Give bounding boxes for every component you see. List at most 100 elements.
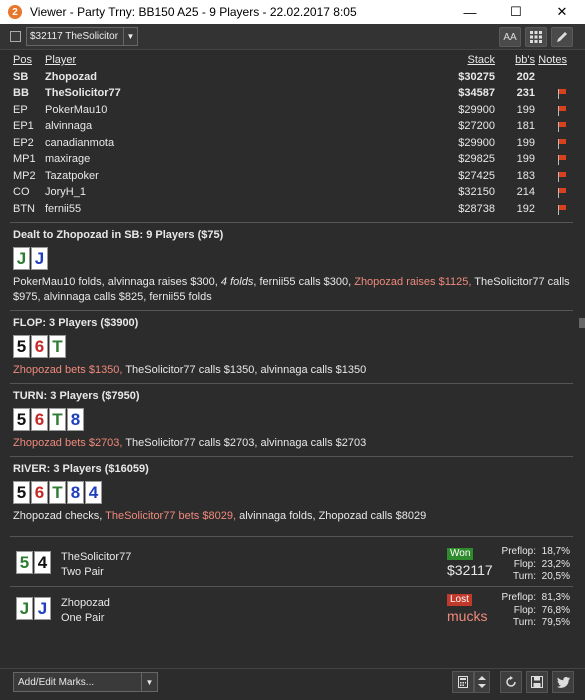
player-stack: $27200 — [458, 120, 495, 132]
showdown-row: JJ Zhopozad One Pair Lost mucks Preflop:… — [10, 589, 573, 630]
player-name: canadianmota — [45, 136, 115, 149]
player-row[interactable]: EP2 canadianmota $29900 199 — [10, 135, 573, 152]
player-pos: BTN — [13, 202, 35, 215]
river-section: RIVER: 3 Players ($16059) 56T84 Zhopozad… — [10, 463, 573, 524]
player-row[interactable]: MP2 Tazatpoker $27425 183 — [10, 168, 573, 185]
sort-icon[interactable] — [474, 671, 490, 693]
player-stack: $29825 — [458, 153, 495, 165]
player-pos: EP — [13, 103, 28, 116]
flag-icon[interactable] — [558, 118, 567, 135]
hole-cards: JJ — [13, 247, 573, 270]
pencil-icon[interactable] — [551, 27, 573, 47]
playing-card: 4 — [85, 481, 102, 504]
player-row[interactable]: CO JoryH_1 $32150 214 — [10, 184, 573, 201]
chevron-down-icon[interactable]: ▼ — [123, 28, 137, 45]
header-player[interactable]: Player — [45, 52, 76, 69]
calculator-icon[interactable] — [452, 671, 474, 693]
player-row[interactable]: EP1 alvinnaga $27200 181 — [10, 118, 573, 135]
lost-badge: Lost — [447, 594, 472, 606]
playing-card: 5 — [13, 408, 30, 431]
save-icon[interactable] — [526, 671, 548, 693]
showdown-amount: mucks — [447, 608, 488, 624]
players-header: Pos Player Stack bb's Notes — [10, 52, 573, 69]
chevron-down-icon[interactable]: ▼ — [141, 673, 157, 691]
flag-icon[interactable] — [558, 85, 567, 102]
player-pos: MP2 — [13, 169, 36, 182]
close-button[interactable]: ✕ — [539, 0, 585, 24]
player-name: JoryH_1 — [45, 186, 86, 198]
player-name: fernii55 — [45, 202, 82, 215]
showdown-cards: 54 — [16, 551, 52, 574]
playing-card: J — [31, 247, 48, 270]
flag-icon[interactable] — [558, 151, 567, 168]
player-pos: SB — [13, 70, 29, 83]
divider — [10, 536, 573, 537]
playing-card: 5 — [13, 481, 30, 504]
flag-icon[interactable] — [558, 168, 567, 185]
turn-title: TURN: 3 Players ($7950) — [13, 390, 140, 402]
player-bbs: 199 — [516, 103, 535, 116]
player-row[interactable]: SB Zhopozad $30275 202 — [10, 69, 573, 86]
preflop-action: PokerMau10 folds, alvinnaga raises $300,… — [13, 276, 570, 303]
turn-section: TURN: 3 Players ($7950) 56T8 Zhopozad be… — [10, 390, 573, 451]
refresh-icon[interactable] — [500, 671, 522, 693]
playing-card: T — [49, 481, 66, 504]
marks-dropdown[interactable]: Add/Edit Marks... ▼ — [13, 672, 158, 692]
hand-select-dropdown[interactable]: $32117 TheSolicitor ▼ — [26, 27, 138, 46]
player-name: alvinnaga — [45, 120, 93, 132]
flag-icon[interactable] — [558, 201, 567, 218]
font-size-button[interactable]: AA — [499, 27, 521, 47]
player-row[interactable]: EP PokerMau10 $29900 199 — [10, 102, 573, 119]
divider — [10, 456, 573, 457]
playing-card: 8 — [67, 481, 84, 504]
grid-icon[interactable] — [525, 27, 547, 47]
player-row[interactable]: MP1 maxirage $29825 199 — [10, 151, 573, 168]
player-bbs: 192 — [516, 202, 535, 215]
mark-checkbox[interactable] — [10, 31, 21, 42]
header-pos[interactable]: Pos — [13, 52, 32, 69]
maximize-button[interactable]: ☐ — [493, 0, 539, 24]
flag-icon[interactable] — [558, 135, 567, 152]
won-badge: Won — [447, 548, 474, 560]
header-notes[interactable]: Notes — [538, 52, 567, 69]
minimize-button[interactable]: — — [447, 0, 493, 24]
flag-icon[interactable] — [558, 184, 567, 201]
flag-icon[interactable] — [558, 102, 567, 119]
marks-placeholder: Add/Edit Marks... — [18, 676, 95, 688]
playing-card: 5 — [13, 335, 30, 358]
flop-section: FLOP: 3 Players ($3900) 56T Zhopozad bet… — [10, 317, 573, 378]
playing-card: J — [13, 247, 30, 270]
header-stack[interactable]: Stack — [467, 52, 495, 69]
board-cards: 56T84 — [13, 481, 573, 504]
player-bbs: 181 — [516, 120, 535, 132]
playing-card: 5 — [16, 551, 33, 574]
showdown-hand: One Pair — [61, 612, 105, 624]
divider — [10, 310, 573, 311]
hand-select-value: $32117 TheSolicitor — [30, 31, 119, 42]
board-cards: 56T — [13, 335, 573, 358]
app-icon: 2 — [8, 5, 22, 19]
player-row[interactable]: BB TheSolicitor77 $34587 231 — [10, 85, 573, 102]
player-stack: $29900 — [458, 103, 495, 116]
playing-card: J — [34, 597, 51, 620]
flop-title: FLOP: 3 Players ($3900) — [13, 317, 139, 329]
showdown-row: 54 TheSolicitor77 Two Pair Won $32117 Pr… — [10, 543, 573, 584]
hero-action: TheSolicitor77 bets $8029, — [105, 510, 237, 522]
playing-card: 6 — [31, 335, 48, 358]
player-pos: CO — [13, 186, 30, 198]
player-pos: EP2 — [13, 136, 34, 149]
player-name: maxirage — [45, 153, 91, 165]
player-pos: BB — [13, 87, 29, 99]
showdown-name: TheSolicitor77 — [61, 551, 132, 563]
divider — [10, 222, 573, 223]
player-bbs: 214 — [516, 186, 535, 198]
playing-card: 8 — [67, 408, 84, 431]
player-row[interactable]: BTN fernii55 $28738 192 — [10, 201, 573, 218]
player-bbs: 199 — [516, 136, 535, 149]
header-bbs[interactable]: bb's — [515, 52, 535, 69]
scrollbar[interactable] — [579, 318, 585, 328]
player-pos: EP1 — [13, 120, 34, 132]
player-stack: $29900 — [458, 136, 495, 149]
twitter-icon[interactable] — [552, 671, 574, 693]
hero-action: Zhopozad raises $1125, — [354, 276, 472, 288]
